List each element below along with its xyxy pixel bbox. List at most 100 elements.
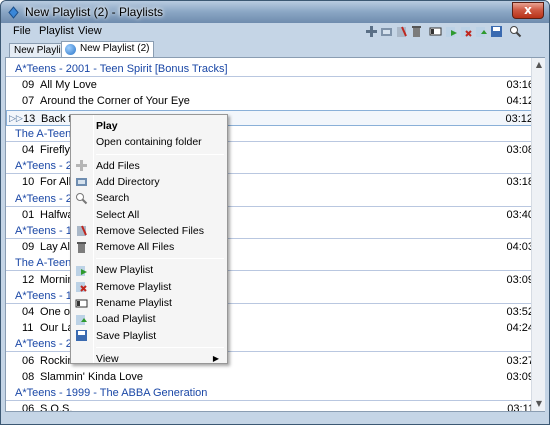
menu-item-add-directory[interactable]: Add Directory bbox=[96, 174, 221, 190]
app-icon bbox=[8, 6, 19, 19]
remove-selected-icon bbox=[77, 225, 87, 237]
menu-playlist[interactable]: Playlist bbox=[39, 25, 74, 37]
track-number: 12 bbox=[22, 273, 35, 286]
menu-item-label: Open containing folder bbox=[96, 136, 202, 149]
context-menu: Play Open containing folder Add Files Add D… bbox=[70, 114, 228, 367]
menu-item-label: Remove Selected Files bbox=[96, 224, 204, 237]
track-title: Around the Corner of Your Eye bbox=[40, 95, 190, 108]
menu-item-play[interactable]: Play bbox=[96, 118, 221, 134]
group-title: A*Teens - 1999 - The ABBA Generation bbox=[15, 387, 208, 399]
menu-item-label: Rename Playlist bbox=[96, 297, 172, 309]
track-row[interactable]: 09 All My Love 03:16 bbox=[6, 77, 544, 93]
menu-item-remove-selected-files[interactable]: Remove Selected Files bbox=[96, 223, 221, 239]
menu-item-label: Play bbox=[96, 120, 118, 132]
add-files-icon bbox=[76, 160, 87, 172]
now-playing-icon: ▷▷ bbox=[9, 113, 23, 124]
menu-icon-gutter bbox=[93, 115, 94, 363]
menu-item-open-containing-folder[interactable]: Open containing folder bbox=[96, 134, 221, 150]
track-number: 10 bbox=[22, 176, 35, 189]
track-duration: 03:27 bbox=[506, 354, 534, 367]
track-row[interactable]: 07 Around the Corner of Your Eye 04:12 bbox=[6, 93, 544, 109]
track-number: 04 bbox=[22, 144, 35, 156]
menu-separator bbox=[96, 258, 224, 260]
menu-item-new-playlist[interactable]: New Playlist bbox=[96, 262, 221, 278]
load-playlist-icon bbox=[76, 314, 87, 325]
track-row[interactable]: 06 S.O.S. 03:11 bbox=[6, 401, 544, 412]
save-playlist-icon bbox=[76, 330, 87, 342]
track-title: S.O.S. bbox=[40, 403, 73, 412]
menu-item-label: Select All bbox=[96, 208, 140, 221]
search-icon bbox=[76, 192, 88, 204]
remove-playlist-icon[interactable] bbox=[460, 25, 473, 38]
remove-all-icon bbox=[77, 241, 86, 253]
album-group-header[interactable]: A*Teens - 2001 - Teen Spirit [Bonus Trac… bbox=[6, 61, 544, 77]
menu-item-remove-all-files[interactable]: Remove All Files bbox=[96, 239, 221, 255]
scroll-up-arrow-icon[interactable]: ▲ bbox=[534, 60, 544, 70]
menu-item-save-playlist[interactable]: Save Playlist bbox=[96, 328, 221, 344]
menu-item-select-all[interactable]: Select All bbox=[96, 207, 221, 223]
track-number: 11 bbox=[22, 322, 34, 335]
album-group-header[interactable]: A*Teens - 1999 - The ABBA Generation bbox=[6, 385, 544, 401]
track-number: 04 bbox=[22, 306, 35, 318]
track-number: 06 bbox=[22, 403, 35, 412]
menu-view[interactable]: View bbox=[78, 25, 102, 37]
remove-all-icon[interactable] bbox=[410, 25, 423, 38]
menu-item-label: Search bbox=[96, 192, 130, 205]
menu-item-add-files[interactable]: Add Files bbox=[96, 158, 221, 174]
track-title: Slammin' Kinda Love bbox=[40, 370, 143, 383]
close-button[interactable]: x bbox=[512, 2, 544, 19]
menu-item-label: Load Playlist bbox=[96, 313, 156, 326]
track-duration: 03:16 bbox=[506, 79, 534, 92]
toggle-list-icon[interactable] bbox=[429, 25, 442, 38]
menu-item-load-playlist[interactable]: Load Playlist bbox=[96, 311, 221, 327]
menu-item-label: Save Playlist bbox=[96, 329, 157, 342]
remove-selected-icon[interactable] bbox=[395, 25, 408, 38]
menu-item-remove-playlist[interactable]: Remove Playlist bbox=[96, 279, 221, 295]
track-number: 13 bbox=[23, 112, 36, 125]
menu-item-search[interactable]: Search bbox=[96, 190, 221, 206]
track-duration: 03:52 bbox=[506, 306, 534, 318]
track-number: 01 bbox=[22, 208, 35, 221]
track-duration: 03:09 bbox=[506, 273, 534, 286]
menu-item-rename-playlist[interactable]: Rename Playlist bbox=[96, 295, 221, 311]
track-row[interactable]: 08 Slammin' Kinda Love 03:09 bbox=[6, 369, 544, 385]
tab-new-playlist-2[interactable]: New Playlist (2) bbox=[61, 41, 155, 58]
menu-item-label: Add Directory bbox=[96, 175, 160, 188]
menu-item-label: View bbox=[96, 352, 119, 365]
group-title: A*Teens - 2001 - Teen Spirit [Bonus Trac… bbox=[15, 63, 228, 75]
vertical-scrollbar[interactable]: ▲ ▼ bbox=[531, 58, 545, 411]
track-number: 08 bbox=[22, 370, 35, 383]
toolbar bbox=[361, 25, 541, 41]
load-playlist-icon[interactable] bbox=[475, 25, 488, 38]
track-number: 06 bbox=[22, 354, 35, 367]
submenu-arrow-icon: ▶ bbox=[212, 353, 219, 363]
search-icon[interactable] bbox=[509, 25, 522, 38]
window-title: New Playlist (2) - Playlists bbox=[25, 5, 164, 19]
track-number: 09 bbox=[22, 79, 35, 92]
menu-item-label: New Playlist bbox=[96, 264, 154, 277]
track-duration: 04:12 bbox=[506, 95, 534, 108]
track-number: 09 bbox=[22, 241, 35, 254]
track-duration: 03:08 bbox=[506, 144, 534, 156]
remove-playlist-icon bbox=[76, 282, 87, 293]
title-bar[interactable]: New Playlist (2) - Playlists x bbox=[1, 1, 549, 23]
save-playlist-icon[interactable] bbox=[490, 25, 503, 38]
menu-item-view[interactable]: View bbox=[96, 351, 221, 367]
track-duration: 03:40 bbox=[506, 208, 534, 221]
track-duration: 03:12 bbox=[505, 112, 533, 125]
menu-separator bbox=[96, 346, 224, 348]
scroll-down-arrow-icon[interactable]: ▼ bbox=[534, 399, 544, 409]
menu-item-label: Remove All Files bbox=[96, 241, 175, 254]
new-playlist-icon bbox=[76, 265, 87, 276]
add-folder-icon[interactable] bbox=[380, 25, 393, 38]
add-icon[interactable] bbox=[365, 25, 378, 38]
track-number: 07 bbox=[22, 95, 35, 108]
track-duration: 03:11 bbox=[507, 403, 534, 412]
menu-separator bbox=[96, 153, 224, 155]
track-title: Firefly bbox=[40, 144, 70, 156]
add-directory-icon bbox=[76, 178, 87, 187]
new-playlist-icon[interactable] bbox=[445, 25, 458, 38]
track-duration: 04:03 bbox=[506, 241, 534, 254]
menu-file[interactable]: File bbox=[13, 25, 31, 37]
track-duration: 03:18 bbox=[506, 176, 534, 189]
